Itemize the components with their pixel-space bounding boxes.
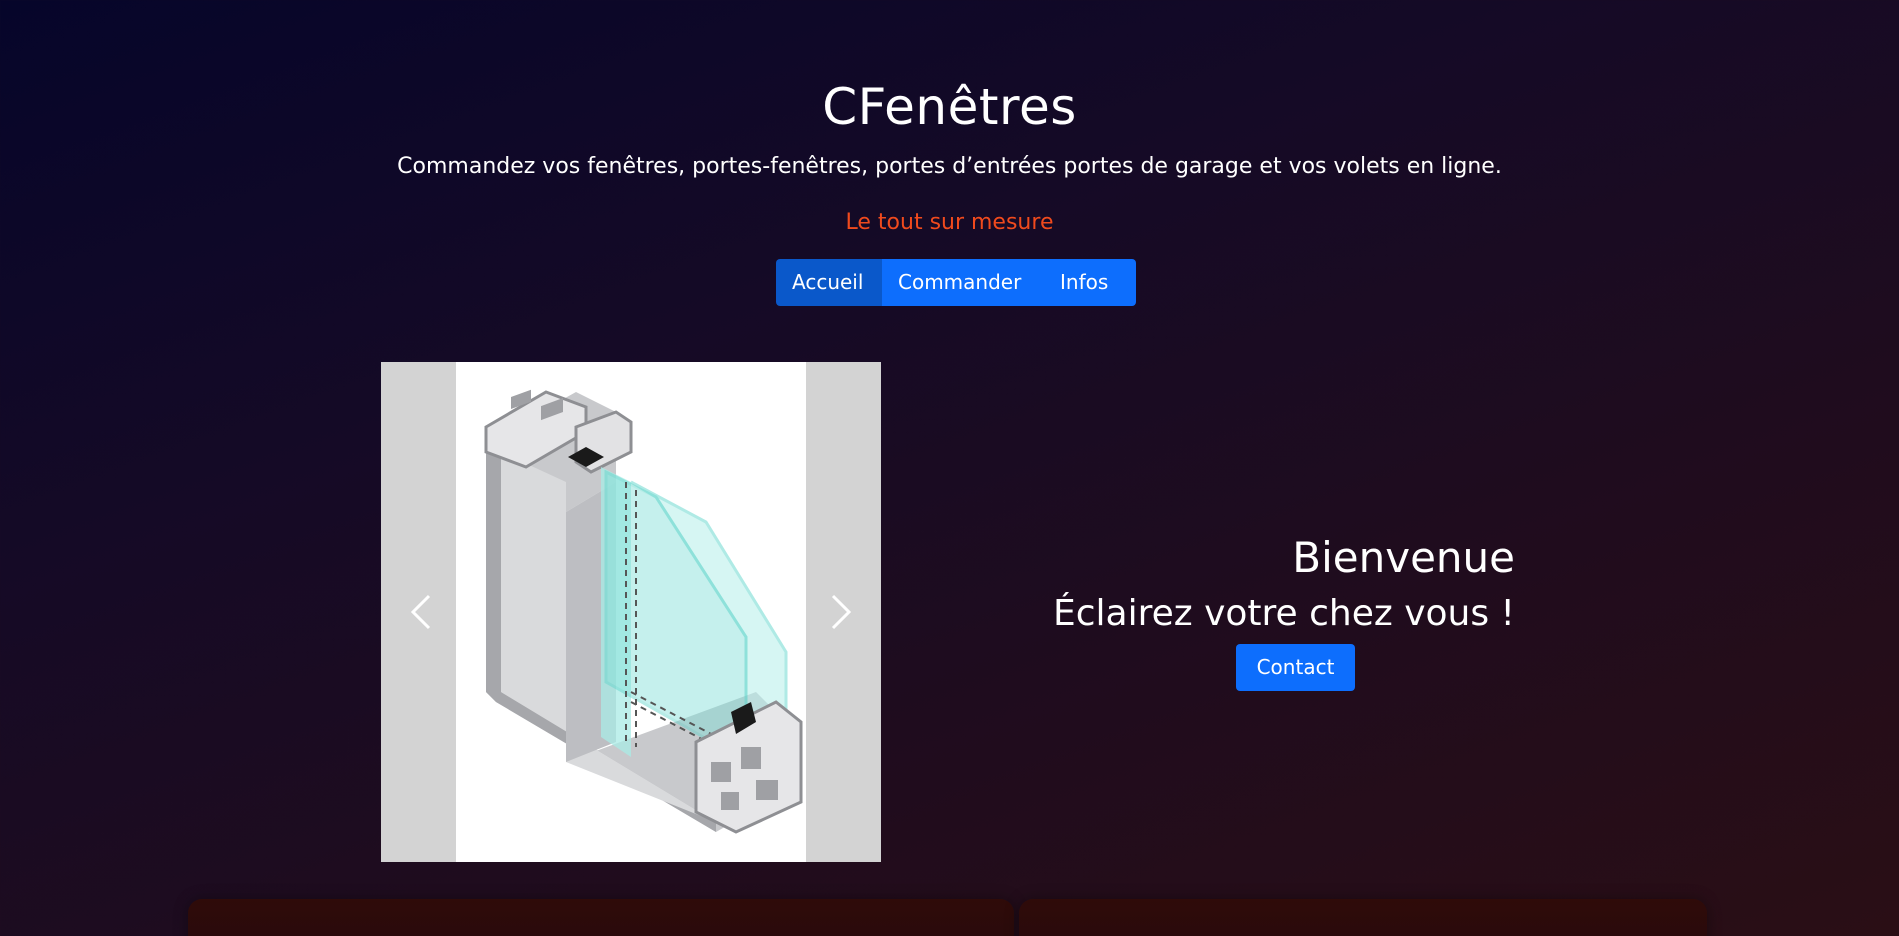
- nav-infos-button[interactable]: Infos: [1044, 259, 1136, 306]
- site-tagline: Le tout sur mesure: [845, 210, 1054, 235]
- site-title: CFenêtres: [822, 78, 1077, 136]
- nav-accueil-button[interactable]: Accueil: [776, 259, 882, 306]
- window-profile-image: [484, 389, 803, 834]
- hero-subheading: Éclairez votre chez vous !: [1052, 593, 1515, 634]
- hero-text: Bienvenue Éclairez votre chez vous !: [1053, 530, 1515, 642]
- carousel-prev-button[interactable]: [391, 582, 451, 642]
- hero-heading: Bienvenue: [1292, 533, 1515, 582]
- carousel-next-button[interactable]: [811, 582, 871, 642]
- image-carousel: [381, 362, 881, 862]
- chevron-right-icon: [831, 594, 852, 630]
- info-card: [1019, 899, 1707, 936]
- info-card: [188, 899, 1014, 936]
- main-nav: Accueil Commander Infos: [776, 259, 1136, 306]
- site-subtitle: Commandez vos fenêtres, portes-fenêtres,…: [397, 154, 1502, 179]
- nav-commander-button[interactable]: Commander: [882, 259, 1044, 306]
- chevron-left-icon: [410, 594, 431, 630]
- carousel-slide: [456, 362, 806, 862]
- contact-button[interactable]: Contact: [1236, 644, 1355, 691]
